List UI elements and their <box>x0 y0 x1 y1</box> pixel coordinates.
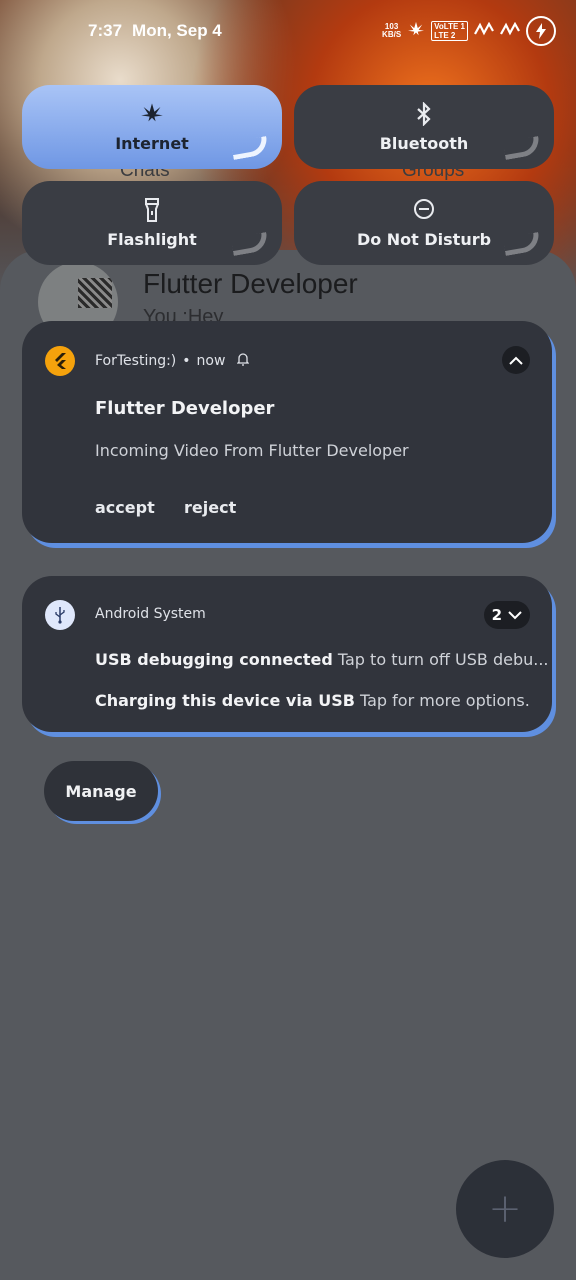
leaf-icon <box>140 102 164 130</box>
tile-internet-label: Internet <box>115 133 189 153</box>
expand-group-button[interactable]: 2 <box>483 601 530 629</box>
notification-app-name: Android System <box>95 606 206 622</box>
tile-flashlight-label: Flashlight <box>107 229 197 249</box>
tile-state-indicator <box>502 136 542 160</box>
reject-button[interactable]: reject <box>184 498 236 517</box>
signal-2-icon <box>500 21 520 40</box>
flutter-app-icon <box>45 346 75 376</box>
tile-do-not-disturb[interactable]: Do Not Disturb <box>294 181 554 265</box>
signal-1-icon <box>474 21 494 40</box>
notification-title: Flutter Developer <box>95 398 275 419</box>
status-icons: 103 KB/S VoLTE 1 LTE 2 <box>382 16 556 46</box>
bg-chat-name: Flutter Developer <box>143 268 358 299</box>
accept-button[interactable]: accept <box>95 498 155 517</box>
manage-button[interactable]: Manage <box>44 761 158 821</box>
volte-icon: VoLTE 1 LTE 2 <box>431 21 468 41</box>
notification-line-usb-debugging: USB debugging connected Tap to turn off … <box>95 650 549 669</box>
tile-flashlight[interactable]: Flashlight <box>22 181 282 265</box>
collapse-button[interactable] <box>502 346 530 374</box>
notification-header: Android System <box>95 606 206 622</box>
status-bar: 7:37 Mon, Sep 4 103 KB/S VoLTE 1 LTE 2 <box>0 0 576 62</box>
usb-icon <box>45 600 75 630</box>
notification-line-charging: Charging this device via USB Tap for mor… <box>95 691 530 710</box>
net-speed-indicator: 103 KB/S <box>382 22 402 39</box>
bell-icon <box>236 352 251 370</box>
notification-android-system[interactable]: Android System 2 USB debugging connected… <box>22 576 552 732</box>
notification-app-name: ForTesting:) <box>95 353 177 369</box>
tile-bluetooth[interactable]: Bluetooth <box>294 85 554 169</box>
status-time: 7:37 <box>88 21 123 40</box>
tile-state-indicator <box>230 232 270 256</box>
tile-internet[interactable]: Internet <box>22 85 282 169</box>
tile-state-indicator <box>502 232 542 256</box>
notification-body: Incoming Video From Flutter Developer <box>95 441 409 460</box>
notification-time: now <box>196 353 226 369</box>
notification-count: 2 <box>491 606 502 624</box>
chevron-down-icon <box>508 610 522 619</box>
bg-fab-add-button: + <box>456 1160 554 1258</box>
tile-dnd-label: Do Not Disturb <box>356 229 492 249</box>
bluetooth-icon <box>416 100 432 130</box>
flashlight-icon <box>144 197 160 226</box>
notification-call[interactable]: ForTesting:) • now Flutter Developer Inc… <box>22 321 552 543</box>
leaf-status-icon <box>407 21 425 41</box>
notification-header: ForTesting:) • now <box>95 352 251 370</box>
dot-separator: • <box>182 353 191 369</box>
battery-charging-icon <box>526 16 556 46</box>
status-date: Mon, Sep 4 <box>132 21 222 40</box>
do-not-disturb-icon <box>413 198 435 226</box>
tile-bluetooth-label: Bluetooth <box>379 133 469 153</box>
tile-state-indicator <box>230 136 270 160</box>
